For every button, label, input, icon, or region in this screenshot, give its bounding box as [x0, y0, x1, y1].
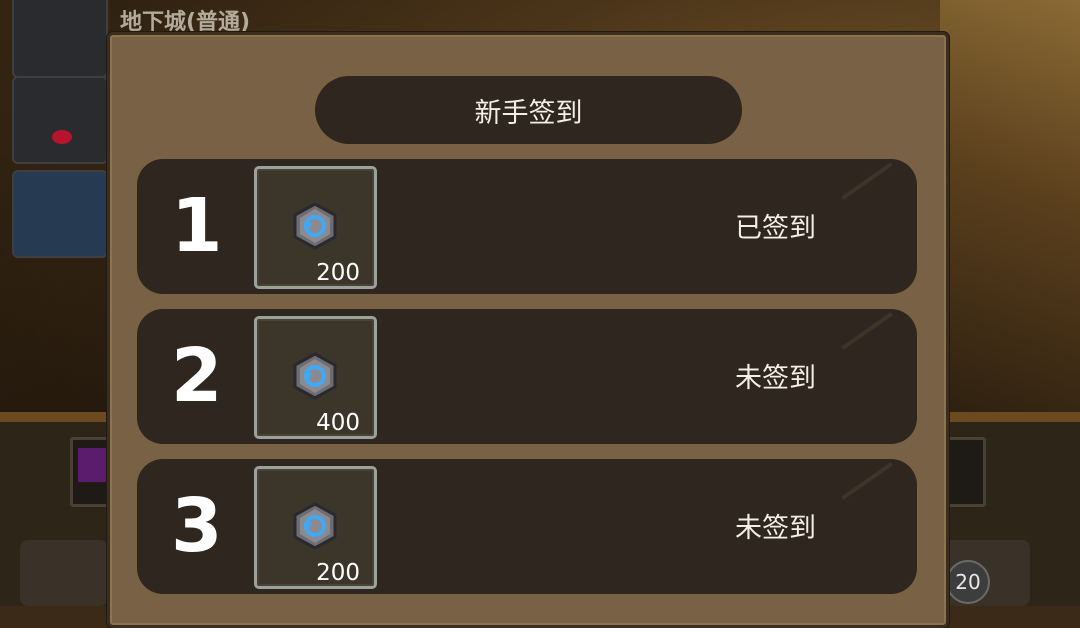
- reward-quantity: 200: [316, 260, 360, 286]
- day-number: 2: [171, 333, 223, 419]
- crystal-icon[interactable]: [12, 0, 108, 78]
- sign-in-row-2[interactable]: 2 400 未签到: [137, 309, 917, 444]
- cave-wall-right: [940, 0, 1080, 420]
- rune-stone-icon: [293, 502, 337, 550]
- day-number: 1: [171, 183, 223, 269]
- sign-in-status: 已签到: [735, 213, 816, 244]
- rune-stone-icon: [293, 352, 337, 400]
- day-number: 3: [171, 483, 223, 569]
- reward-slot[interactable]: 400: [254, 316, 377, 439]
- sign-in-row-3[interactable]: 3 200 未签到: [137, 459, 917, 594]
- reward-slot[interactable]: 200: [254, 466, 377, 589]
- reward-quantity: 400: [316, 410, 360, 436]
- house-icon[interactable]: [12, 170, 108, 258]
- bottom-button-left[interactable]: [20, 540, 108, 606]
- dialog-title: 新手签到: [474, 97, 583, 129]
- monster-icon[interactable]: [12, 76, 108, 164]
- sign-in-row-1[interactable]: 1 200 已签到: [137, 159, 917, 294]
- reward-quantity: 200: [316, 560, 360, 586]
- currency-counter: 20: [946, 560, 990, 604]
- rune-stone-icon: [293, 202, 337, 250]
- sign-in-dialog: 新手签到 1 200 已签到 2 400 未签到 3 200 未签到: [107, 32, 949, 628]
- reward-slot[interactable]: 200: [254, 166, 377, 289]
- sign-in-status: 未签到: [735, 363, 816, 394]
- sign-in-status: 未签到: [735, 513, 816, 544]
- dialog-title-banner: 新手签到: [315, 76, 742, 144]
